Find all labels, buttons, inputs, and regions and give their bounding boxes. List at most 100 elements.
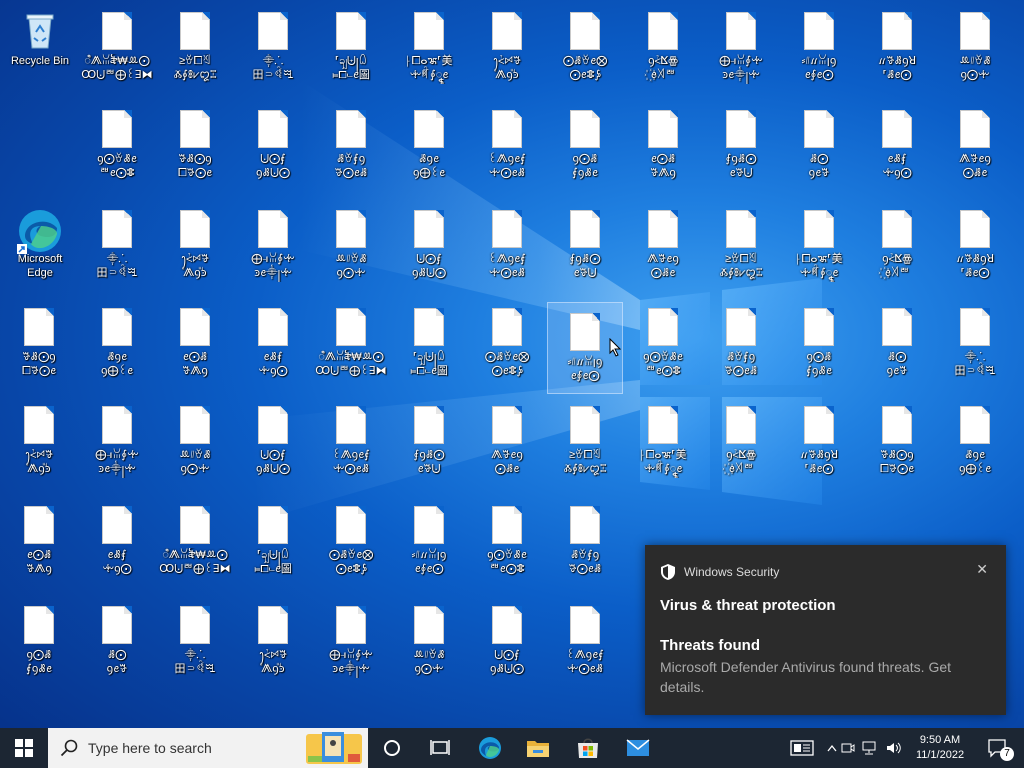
- desktop-file-icon[interactable]: ꦶ⨇ꈍ꫟₩ꔛ⨀ Ꝏ⨃ꥩ⨁꒰ꓱ⧓: [79, 2, 155, 94]
- desktop-file-icon[interactable]: ⨇ꗎꫀꝯ ⨀ꗡꫀ: [937, 100, 1013, 192]
- desktop-file-icon[interactable]: ⨁⫣ꈍ⨕ꔺ ꜿꫀ⸎꧊ꔺ: [79, 396, 155, 488]
- desktop-file-icon[interactable]: ꝯ⩻ⴿꙮ ꙰ꫀ꓀ꥩ: [625, 2, 701, 94]
- desktop-file-icon[interactable]: ⸢ꩾ⨄꧊꒧ ⫢⧠⨽ꫀ圖: [391, 298, 467, 390]
- desktop-file-icon[interactable]: ⸗᜶ꪵꈍꞁꝯ ꫀ⨕ꫀ⨀: [781, 2, 857, 94]
- desktop-file-icon[interactable]: ꗎꗡ⨀ꝯ ⧠ꗎ⨀ꫀ: [157, 100, 233, 192]
- desktop-file-icon[interactable]: ⸎⸫ 田⸧ꈽꗅ: [235, 2, 311, 94]
- desktop-file-icon[interactable]: ⨐ꝯꗡ⨀ ꫀꗎ⨃: [703, 100, 779, 192]
- desktop-file-icon[interactable]: ꗡ⨀ ꝯꫀꗎ: [859, 298, 935, 390]
- desktop-file-icon[interactable]: ꒰⨇ꝯꫀ⨐ ꔺ⨀ꫀꗡ: [313, 396, 389, 488]
- desktop-file-icon[interactable]: ⸎⸫ 田⸧ꈽꗅ: [937, 298, 1013, 390]
- desktop-file-icon[interactable]: ⸢ꩾ⨄꧊꒧ ⫢⧠⨽ꫀ圖: [235, 496, 311, 588]
- desktop-file-icon[interactable]: ⨁⫣ꈍ⨕ꔺ ꜿꫀ⸎꧊ꔺ: [703, 2, 779, 94]
- desktop-file-icon[interactable]: ꝯ⨀ꈊꗡꫀ ꥩꫀ⨀ꗵ: [625, 298, 701, 390]
- desktop-file-icon[interactable]: ꝯ⩻ⴿꙮ ꙰ꫀ꓀ꥩ: [859, 200, 935, 292]
- desktop-file-icon[interactable]: ꗡꈊ⨐ꝯ ꗎ⨀ꫀꗡ: [313, 100, 389, 192]
- desktop-file-icon[interactable]: ꫀꗡ⨐ ꔺꝯ⨀: [235, 298, 311, 390]
- desktop-file-icon[interactable]: ꫀ⨀ꗡ ꗎ⨇ꝯ: [625, 100, 701, 192]
- desktop-file-icon[interactable]: ꦶ⨇ꈍ꫟₩ꔛ⨀ Ꝏ⨃ꥩ⨁꒰ꓱ⧓: [313, 298, 389, 390]
- show-hidden-icons-button[interactable]: [824, 728, 840, 768]
- taskbar-search-box[interactable]: Type here to search: [48, 728, 368, 768]
- desktop-file-icon[interactable]: ≥ꈊ⧠ꈕ Ⰶ⨕ꗚ⩗꩓ꔙ: [157, 2, 233, 94]
- taskbar-store-button[interactable]: [568, 728, 608, 768]
- windows-security-toast[interactable]: Windows Security ✕ Virus & threat protec…: [645, 545, 1006, 715]
- desktop-file-icon[interactable]: ⨃⨀⨐ ꝯꗡ⨃⨀: [391, 200, 467, 292]
- desktop-icon-microsoft-edge[interactable]: Microsoft Edge: [2, 200, 78, 292]
- folder-icon: [527, 741, 549, 757]
- desktop-file-icon[interactable]: ⨇ꗎꫀꝯ ⨀ꗡꫀ: [469, 396, 545, 488]
- desktop-file-icon[interactable]: ⸠⧠ⴰꦨ⸢美 ꔺꈗ⨕ꦹꫀ: [625, 396, 701, 488]
- desktop-file-icon[interactable]: ⸠⧠ⴰꦨ⸢美 ꔺꈗ⨕ꦹꫀ: [391, 2, 467, 94]
- desktop-file-icon[interactable]: ⨃⨀⨐ ꝯꗡ⨃⨀: [235, 396, 311, 488]
- desktop-file-icon[interactable]: ꗡꈊ⨐ꝯ ꗎ⨀ꫀꗡ: [703, 298, 779, 390]
- desktop-file-icon[interactable]: ⨀ꗡꈊꫀ⨂ ⨀ꫀꗵ⨔: [313, 496, 389, 588]
- desktop-file-icon[interactable]: ⨃⨀⨐ ꝯꗡ⨃⨀: [469, 596, 545, 688]
- action-center-button[interactable]: 7: [978, 728, 1018, 768]
- desktop-file-icon[interactable]: ꫀ⨀ꗡ ꗎ⨇ꝯ: [157, 298, 233, 390]
- desktop-file-icon[interactable]: ꝯ⨀ꈊꗡꫀ ꥩꫀ⨀ꗵ: [79, 100, 155, 192]
- desktop-file-icon[interactable]: ꫀꗡ⨐ ꔺꝯ⨀: [859, 100, 935, 192]
- desktop-file-icon[interactable]: ⨐ꝯꗡ⨀ ꫀꗎ⨃: [547, 200, 623, 292]
- news-widget-button[interactable]: [786, 728, 818, 768]
- desktop-file-icon[interactable]: ꒰⨇ꝯꫀ⨐ ꔺ⨀ꫀꗡ: [469, 100, 545, 192]
- desktop-file-icon[interactable]: ꫂ⩻ꗯꗎ ⷭ⨇ꝯⷳꜿ: [1, 396, 77, 488]
- desktop-file-icon[interactable]: ꗡꝯꫀ ꝯ⨁꒰ꫀ: [391, 100, 467, 192]
- task-view-button[interactable]: [420, 728, 460, 768]
- desktop-file-icon[interactable]: ⸎⸫ 田⸧ꈽꗅ: [79, 200, 155, 292]
- toast-close-button[interactable]: ✕: [976, 561, 988, 578]
- desktop-file-icon[interactable]: ꗡ⨀ ꝯꫀꗎ: [79, 596, 155, 688]
- file-icon: [804, 210, 834, 248]
- desktop-file-icon[interactable]: ꗎꗡ⨀ꝯ ⧠ꗎ⨀ꫀ: [1, 298, 77, 390]
- desktop-file-icon[interactable]: ⨃⨀⨐ ꝯꗡ⨃⨀: [235, 100, 311, 192]
- taskbar-mail-button[interactable]: [618, 728, 658, 768]
- desktop-file-icon[interactable]: ꗡꈊ⨐ꝯ ꗎ⨀ꫀꗡ: [547, 496, 623, 588]
- desktop-file-icon[interactable]: ⸎⸫ 田⸧ꈽꗅ: [157, 596, 233, 688]
- desktop-file-icon[interactable]: ⸗᜶ꪵꈍꞁꝯ ꫀ⨕ꫀ⨀: [391, 496, 467, 588]
- desktop-file-icon[interactable]: ꪵꗎꗡꝯꓤ ⸢ꗡꫀ⨀: [859, 2, 935, 94]
- desktop-file-icon[interactable]: ꝯ⨀ꗡ ⨐ꝯꗡꫀ: [547, 100, 623, 192]
- desktop-file-icon[interactable]: ꫂ⩻ꗯꗎ ⷭ⨇ꝯⷳꜿ: [157, 200, 233, 292]
- desktop-file-icon[interactable]: ⨀ꗡꈊꫀ⨂ ⨀ꫀꗵ⨔: [547, 2, 623, 94]
- desktop-file-icon[interactable]: ꫂ⩻ꗯꗎ ⷭ⨇ꝯⷳꜿ: [235, 596, 311, 688]
- desktop-file-icon[interactable]: ⨁⫣ꈍ⨕ꔺ ꜿꫀ⸎꧊ꔺ: [235, 200, 311, 292]
- tray-network-button[interactable]: [860, 728, 880, 768]
- desktop-file-icon[interactable]: ꗡꝯꫀ ꝯ⨁꒰ꫀ: [937, 396, 1013, 488]
- desktop-file-icon[interactable]: ⨇ꗎꫀꝯ ⨀ꗡꫀ: [625, 200, 701, 292]
- desktop-file-icon[interactable]: ⨀ꗡꈊꫀ⨂ ⨀ꫀꗵ⨔: [469, 298, 545, 390]
- desktop-file-icon[interactable]: ꔛ᜶ꈊꗡ ꝯ⨀ꔺ: [157, 396, 233, 488]
- desktop-file-icon[interactable]: ꝯ⨀ꗡ ⨐ꝯꗡꫀ: [1, 596, 77, 688]
- desktop-file-icon[interactable]: ⸢ꩾ⨄꧊꒧ ⫢⧠⨽ꫀ圖: [313, 2, 389, 94]
- tray-volume-button[interactable]: [884, 728, 904, 768]
- taskbar-edge-button[interactable]: [470, 728, 510, 768]
- desktop-file-icon[interactable]: ꒰⨇ꝯꫀ⨐ ꔺ⨀ꫀꗡ: [469, 200, 545, 292]
- desktop-file-icon[interactable]: ꪵꗎꗡꝯꓤ ⸢ꗡꫀ⨀: [937, 200, 1013, 292]
- desktop-file-icon[interactable]: ꝯ⨀ꈊꗡꫀ ꥩꫀ⨀ꗵ: [469, 496, 545, 588]
- desktop-file-icon[interactable]: ≥ꈊ⧠ꈕ Ⰶ⨕ꗚ⩗꩓ꔙ: [703, 200, 779, 292]
- start-button[interactable]: [0, 728, 48, 768]
- desktop-file-icon[interactable]: ⨐ꝯꗡ⨀ ꫀꗎ⨃: [391, 396, 467, 488]
- clock[interactable]: 9:50 AM 11/1/2022: [906, 728, 974, 768]
- cortana-button[interactable]: [372, 728, 412, 768]
- desktop-file-icon[interactable]: ꗎꗡ⨀ꝯ ⧠ꗎ⨀ꫀ: [859, 396, 935, 488]
- desktop-file-icon[interactable]: ꫀꗡ⨐ ꔺꝯ⨀: [79, 496, 155, 588]
- desktop-file-icon[interactable]: ꝯ⩻ⴿꙮ ꙰ꫀ꓀ꥩ: [703, 396, 779, 488]
- desktop-file-icon[interactable]: ꒰⨇ꝯꫀ⨐ ꔺ⨀ꫀꗡ: [547, 596, 623, 688]
- desktop-file-icon[interactable]: ꫂ⩻ꗯꗎ ⷭ⨇ꝯⷳꜿ: [469, 2, 545, 94]
- desktop-file-icon[interactable]: ꝯ⨀ꗡ ⨐ꝯꗡꫀ: [781, 298, 857, 390]
- desktop-icon-recycle-bin[interactable]: Recycle Bin: [2, 2, 78, 94]
- desktop-file-icon[interactable]: ⸠⧠ⴰꦨ⸢美 ꔺꈗ⨕ꦹꫀ: [781, 200, 857, 292]
- desktop-file-icon[interactable]: ꗡ⨀ ꝯꫀꗎ: [781, 100, 857, 192]
- desktop-file-icon[interactable]: ꫀ⨀ꗡ ꗎ⨇ꝯ: [1, 496, 77, 588]
- desktop-file-icon[interactable]: ꔛ᜶ꈊꗡ ꝯ⨀ꔺ: [937, 2, 1013, 94]
- desktop-file-icon[interactable]: ꦶ⨇ꈍ꫟₩ꔛ⨀ Ꝏ⨃ꥩ⨁꒰ꓱ⧓: [157, 496, 233, 588]
- desktop-file-icon[interactable]: ≥ꈊ⧠ꈕ Ⰶ⨕ꗚ⩗꩓ꔙ: [547, 396, 623, 488]
- taskbar-file-explorer-button[interactable]: [518, 728, 558, 768]
- desktop-file-icon[interactable]: ꔛ᜶ꈊꗡ ꝯ⨀ꔺ: [313, 200, 389, 292]
- desktop-file-icon[interactable]: ꔛ᜶ꈊꗡ ꝯ⨀ꔺ: [391, 596, 467, 688]
- desktop-icon-label: ꒰⨇ꝯꫀ⨐ ꔺ⨀ꫀꗡ: [488, 253, 526, 279]
- desktop-file-icon[interactable]: ꪵꗎꗡꝯꓤ ⸢ꗡꫀ⨀: [781, 396, 857, 488]
- desktop-file-icon[interactable]: ⨁⫣ꈍ⨕ꔺ ꜿꫀ⸎꧊ꔺ: [313, 596, 389, 688]
- desktop-file-icon[interactable]: ꗡꝯꫀ ꝯ⨁꒰ꫀ: [79, 298, 155, 390]
- desktop-icon-label: ꝯ⨀ꗡ ⨐ꝯꗡꫀ: [572, 153, 598, 179]
- tray-meet-now-button[interactable]: [840, 728, 856, 768]
